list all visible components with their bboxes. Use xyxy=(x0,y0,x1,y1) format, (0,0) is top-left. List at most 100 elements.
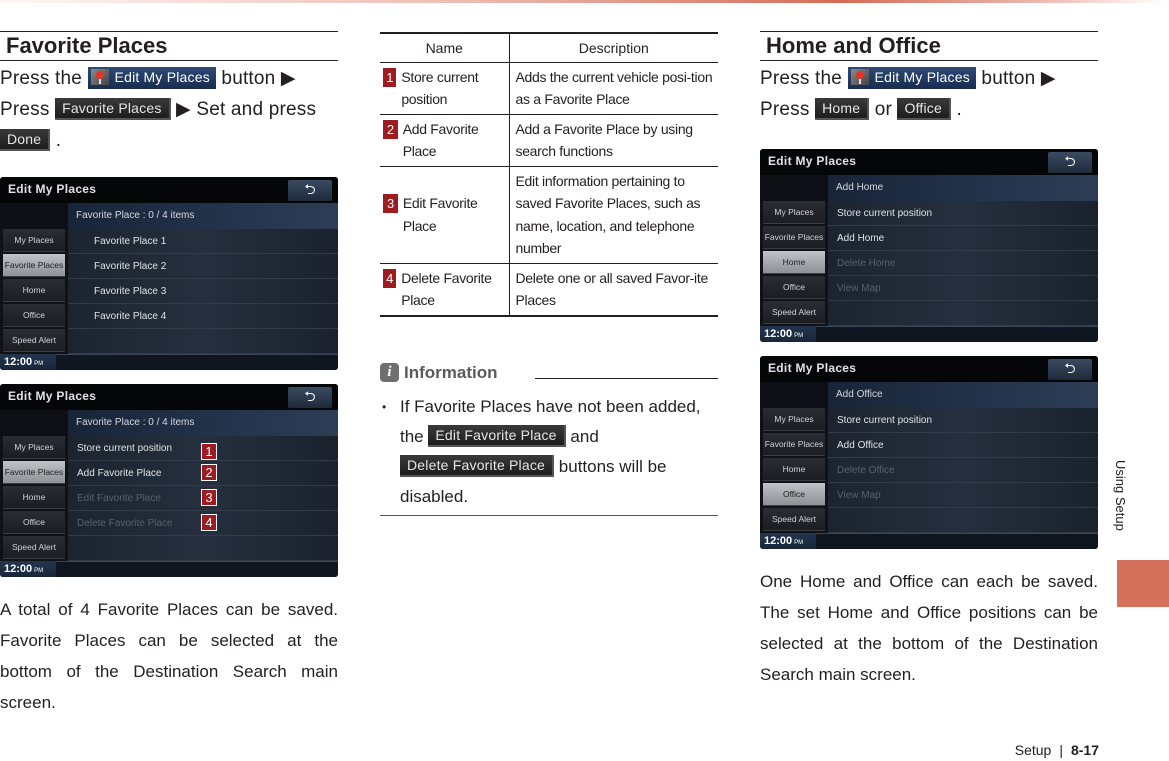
back-button[interactable]: ⮌ xyxy=(288,387,332,408)
clock: 12:00 PM xyxy=(0,561,56,577)
office-button[interactable]: Office xyxy=(897,98,951,120)
number-badge: 2 xyxy=(383,119,398,139)
screen-list: Favorite Place 1 Favorite Place 2 Favori… xyxy=(68,229,338,354)
sidebar-item-my-places[interactable]: My Places xyxy=(763,201,825,224)
screen-subheader: Favorite Place : 0 / 4 items xyxy=(68,410,338,436)
list-item[interactable]: Favorite Place 4 xyxy=(68,304,338,329)
screen-header: Edit My Places ⮌ xyxy=(760,356,1098,382)
delete-office-item: Delete Office xyxy=(828,458,1098,483)
screen-subheader: Favorite Place : 0 / 4 items xyxy=(68,203,338,229)
sidebar-item-home[interactable]: Home xyxy=(763,458,825,481)
store-current-position-item[interactable]: Store current position xyxy=(828,408,1098,433)
sidebar-item-office[interactable]: Office xyxy=(3,304,65,327)
sidebar-item-favorite-places[interactable]: Favorite Places xyxy=(763,226,825,249)
sidebar-item-speed-alert[interactable]: Speed Alert xyxy=(763,301,825,324)
instr-text: Press xyxy=(0,99,50,120)
screen-header: Edit My Places ⮌ xyxy=(0,177,338,203)
sidebar-item-favorite-places[interactable]: Favorite Places xyxy=(3,461,65,484)
sidebar-item-speed-alert[interactable]: Speed Alert xyxy=(3,329,65,352)
sidebar-item-favorite-places[interactable]: Favorite Places xyxy=(3,254,65,277)
list-item-empty xyxy=(68,536,338,561)
bullet: • xyxy=(382,400,387,414)
screen-office: Edit My Places ⮌ Add Office My Places Fa… xyxy=(760,356,1098,549)
clock: 12:00 PM xyxy=(0,354,56,370)
screen-sidebar: My Places Favorite Places Home Office Sp… xyxy=(0,436,68,561)
screen-favorite-actions: Edit My Places ⮌ Favorite Place : 0 / 4 … xyxy=(0,384,338,577)
instr-text: Press the xyxy=(0,68,83,89)
row-description: Adds the current vehicle posi-tion as a … xyxy=(509,62,718,115)
favorite-places-description: A total of 4 Favorite Places can be save… xyxy=(0,600,338,712)
edit-my-places-label: Edit My Places xyxy=(114,69,210,85)
instr-text: . xyxy=(55,130,62,151)
sidebar-item-office[interactable]: Office xyxy=(763,483,825,506)
list-item-empty xyxy=(68,329,338,354)
store-current-position-item[interactable]: Store current position xyxy=(828,201,1098,226)
info-icon: i xyxy=(380,363,399,382)
screen-title: Edit My Places xyxy=(768,154,857,168)
add-office-item[interactable]: Add Office xyxy=(828,433,1098,458)
row-description: Add a Favorite Place by using search fun… xyxy=(509,114,718,167)
column-header-name: Name xyxy=(380,33,510,63)
table-row: 2 Add Favorite Place Add a Favorite Place… xyxy=(380,114,718,167)
screen-sidebar: My Places Favorite Places Home Office Sp… xyxy=(0,229,68,354)
list-item[interactable]: Favorite Place 3 xyxy=(68,279,338,304)
edit-my-places-button[interactable]: Edit My Places xyxy=(847,67,976,89)
instr-text: . xyxy=(956,99,962,120)
sidebar-item-speed-alert[interactable]: Speed Alert xyxy=(3,536,65,559)
sidebar-item-my-places[interactable]: My Places xyxy=(3,436,65,459)
clock-ampm: PM xyxy=(794,540,804,546)
delete-favorite-place-button[interactable]: Delete Favorite Place xyxy=(400,455,555,477)
table-row: 1 Store current position Adds the current… xyxy=(380,62,718,115)
back-button[interactable]: ⮌ xyxy=(288,180,332,201)
delete-home-item: Delete Home xyxy=(828,251,1098,276)
sidebar-item-office[interactable]: Office xyxy=(3,511,65,534)
sidebar-item-my-places[interactable]: My Places xyxy=(3,229,65,252)
instr-text: ▶ Set and press xyxy=(176,99,317,120)
list-item[interactable]: Favorite Place 1 xyxy=(68,229,338,254)
page-footer: Setup | 8-17 xyxy=(1015,742,1099,758)
sidebar-item-home[interactable]: Home xyxy=(3,486,65,509)
back-button[interactable]: ⮌ xyxy=(1048,359,1092,380)
clock-time: 12:00 xyxy=(764,535,793,547)
edit-my-places-label: Edit My Places xyxy=(874,69,970,85)
row-name: Delete Favorite Place xyxy=(401,269,492,309)
edit-my-places-button[interactable]: Edit My Places xyxy=(87,67,216,89)
row-name: Edit Favorite Place xyxy=(402,195,478,234)
clock-ampm: PM xyxy=(34,568,44,574)
instr-text: button ▶ xyxy=(981,68,1056,89)
table-row: 3 Edit Favorite Place Edit information pe… xyxy=(380,166,718,264)
info-text: and xyxy=(570,427,599,446)
back-arrow-icon: ⮌ xyxy=(304,181,316,197)
section-title-home-office: Home and Office xyxy=(760,31,1098,61)
sidebar-item-office[interactable]: Office xyxy=(763,276,825,299)
screen-title: Edit My Places xyxy=(768,361,857,375)
callout-badge: 2 xyxy=(201,464,217,481)
sidebar-item-home[interactable]: Home xyxy=(3,279,65,302)
sidebar-item-home[interactable]: Home xyxy=(763,251,825,274)
screen-title: Edit My Places xyxy=(8,182,97,196)
back-button[interactable]: ⮌ xyxy=(1048,152,1092,173)
sidebar-item-my-places[interactable]: My Places xyxy=(763,408,825,431)
back-arrow-icon: ⮌ xyxy=(1064,153,1076,169)
clock: 12:00 PM xyxy=(760,533,816,549)
sidebar-item-favorite-places[interactable]: Favorite Places xyxy=(763,433,825,456)
sidebar-item-speed-alert[interactable]: Speed Alert xyxy=(763,508,825,531)
edit-favorite-place-button[interactable]: Edit Favorite Place xyxy=(428,425,566,447)
clock-ampm: PM xyxy=(794,333,804,339)
divider xyxy=(535,378,718,379)
clock-ampm: PM xyxy=(34,361,44,367)
list-item-empty xyxy=(828,301,1098,326)
add-home-item[interactable]: Add Home xyxy=(828,226,1098,251)
number-badge: 4 xyxy=(383,268,397,288)
screen-header: Edit My Places ⮌ xyxy=(760,149,1098,175)
home-button[interactable]: Home xyxy=(815,98,870,120)
screen-title: Edit My Places xyxy=(8,389,97,403)
screen-sidebar: My Places Favorite Places Home Office Sp… xyxy=(760,201,828,326)
instr-text: button ▶ xyxy=(221,68,296,89)
done-button[interactable]: Done xyxy=(0,129,51,151)
row-description: Delete one or all saved Favor-ite Places xyxy=(515,269,709,309)
clock-time: 12:00 xyxy=(4,563,33,575)
screen-home: Edit My Places ⮌ Add Home My Places Favo… xyxy=(760,149,1098,342)
favorite-places-button[interactable]: Favorite Places xyxy=(55,98,171,120)
list-item[interactable]: Favorite Place 2 xyxy=(68,254,338,279)
